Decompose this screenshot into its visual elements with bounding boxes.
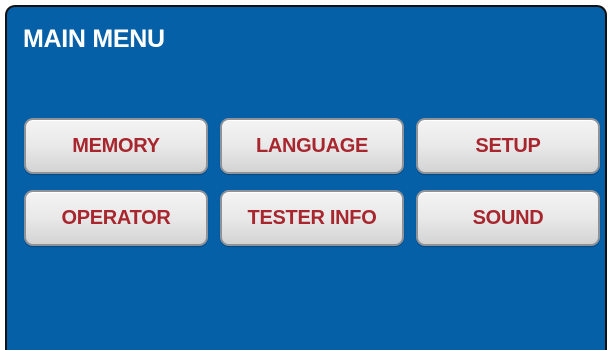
- tester-info-button[interactable]: TESTER INFO: [220, 190, 404, 246]
- main-menu-screen: MAIN MENU MEMORY LANGUAGE SETUP OPERATOR…: [5, 5, 607, 350]
- sound-button[interactable]: SOUND: [416, 190, 600, 246]
- setup-button[interactable]: SETUP: [416, 118, 600, 174]
- memory-button[interactable]: MEMORY: [24, 118, 208, 174]
- operator-button[interactable]: OPERATOR: [24, 190, 208, 246]
- language-button[interactable]: LANGUAGE: [220, 118, 404, 174]
- page-title: MAIN MENU: [23, 25, 165, 53]
